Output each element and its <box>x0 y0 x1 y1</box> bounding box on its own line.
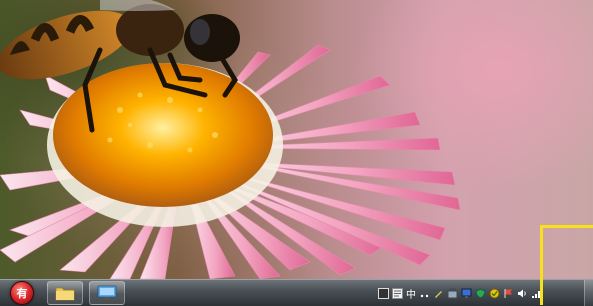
folder-icon <box>55 287 75 301</box>
desktop-wallpaper <box>0 0 593 279</box>
punctuation-icon[interactable] <box>419 288 430 299</box>
taskbar-explorer-button[interactable] <box>47 281 83 305</box>
settings-icon[interactable] <box>433 288 444 299</box>
security-icon[interactable] <box>489 288 500 299</box>
show-desktop-button[interactable] <box>584 280 593 306</box>
start-label: 有 <box>16 287 28 300</box>
signal-icon[interactable] <box>531 288 542 299</box>
input-method-icon[interactable] <box>392 287 403 299</box>
start-orb-icon: 有 <box>10 281 34 305</box>
flag-icon[interactable] <box>503 288 514 299</box>
shield-icon[interactable] <box>475 287 486 299</box>
system-tray: 中 <box>378 283 542 303</box>
language-indicator[interactable]: 中 <box>406 286 416 301</box>
taskbar-desktop-button[interactable] <box>89 281 125 305</box>
toolbox-icon[interactable] <box>447 288 458 299</box>
keyboard-icon[interactable] <box>378 287 389 299</box>
wallpaper-image <box>0 0 461 279</box>
start-button[interactable]: 有 <box>2 281 42 305</box>
network-app-icon[interactable] <box>461 288 472 299</box>
volume-icon[interactable] <box>517 288 528 299</box>
taskbar: 有 中 <box>0 279 593 306</box>
monitor-icon <box>97 285 117 300</box>
